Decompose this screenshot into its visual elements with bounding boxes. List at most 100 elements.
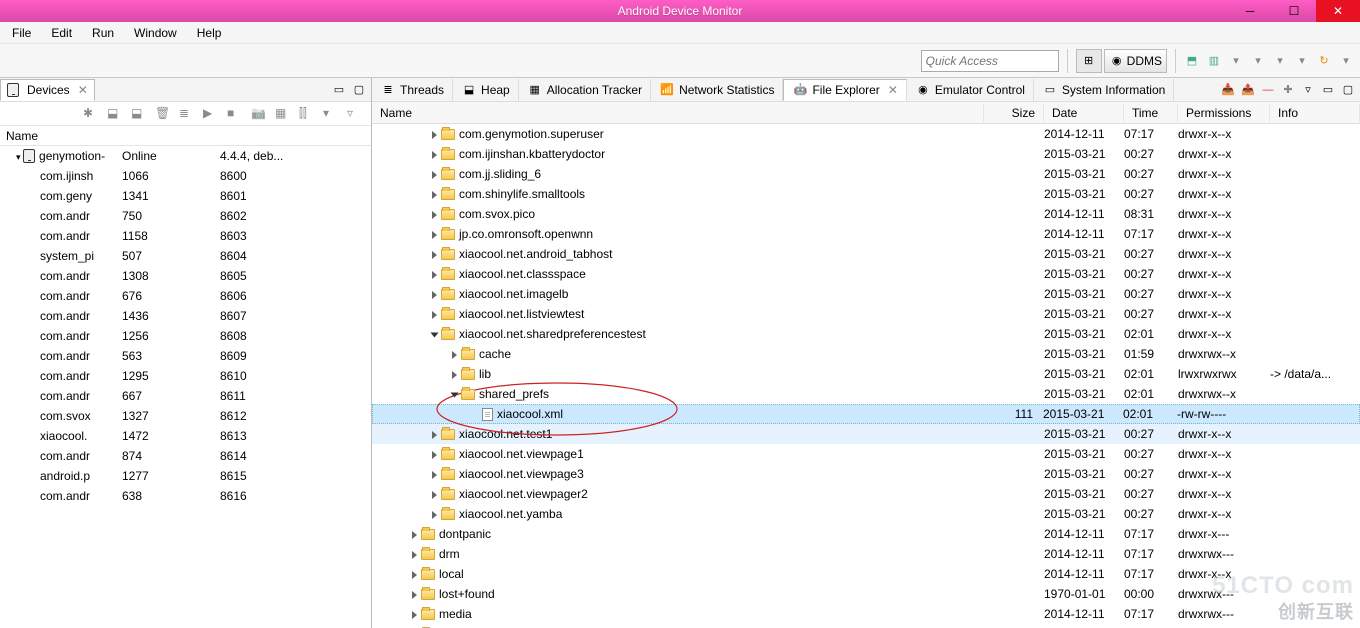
dump-hprof-icon[interactable]: ⬓ xyxy=(131,106,147,122)
stop-icon[interactable]: ▾ xyxy=(1272,53,1288,69)
folder-row[interactable]: xiaocool.net.sharedpreferencestest 2015-… xyxy=(372,324,1360,344)
col-size[interactable]: Size xyxy=(984,104,1044,122)
col-name[interactable]: Name xyxy=(372,104,984,122)
heap-icon[interactable]: ▥ xyxy=(1206,53,1222,69)
expand-triangle-icon[interactable] xyxy=(452,371,457,379)
expand-triangle-icon[interactable] xyxy=(412,551,417,559)
device-row[interactable]: genymotion-Online4.4.4, deb... xyxy=(0,146,371,166)
folder-row[interactable]: com.jj.sliding_6 2015-03-2100:27drwxr-x-… xyxy=(372,164,1360,184)
minimize-view-icon[interactable]: ▭ xyxy=(331,82,347,98)
folder-row[interactable]: xiaocool.net.viewpage1 2015-03-2100:27dr… xyxy=(372,444,1360,464)
start-method-profiling-icon[interactable]: ▶ xyxy=(203,106,219,122)
folder-row[interactable]: xiaocool.net.listviewtest 2015-03-2100:2… xyxy=(372,304,1360,324)
process-row[interactable]: com.andr8748614 xyxy=(0,446,371,466)
stop-process-icon[interactable]: ■ xyxy=(227,106,243,122)
quick-access-input[interactable] xyxy=(921,50,1059,72)
process-row[interactable]: com.andr7508602 xyxy=(0,206,371,226)
process-row[interactable]: com.andr6388616 xyxy=(0,486,371,506)
folder-row[interactable]: com.genymotion.superuser 2014-12-1107:17… xyxy=(372,124,1360,144)
menu-help[interactable]: Help xyxy=(189,24,230,42)
folder-row[interactable]: local 2014-12-1107:17drwxr-x--x xyxy=(372,564,1360,584)
tab-network-statistics[interactable]: 📶Network Statistics xyxy=(651,79,783,101)
file-explorer-body[interactable]: com.genymotion.superuser 2014-12-1107:17… xyxy=(372,124,1360,628)
folder-row[interactable]: media 2014-12-1107:17drwxrwx--- xyxy=(372,604,1360,624)
menu-window[interactable]: Window xyxy=(126,24,185,42)
maximize-view-icon[interactable]: ▢ xyxy=(351,82,367,98)
systrace-icon[interactable]: ⫿⫿ xyxy=(299,106,315,122)
process-row[interactable]: xiaocool.14728613 xyxy=(0,426,371,446)
tab-allocation-tracker[interactable]: ▦Allocation Tracker xyxy=(519,79,651,101)
folder-row[interactable]: xiaocool.net.android_tabhost 2015-03-210… xyxy=(372,244,1360,264)
expand-triangle-icon[interactable] xyxy=(432,431,437,439)
process-row[interactable]: com.svox13278612 xyxy=(0,406,371,426)
process-row[interactable]: android.p12778615 xyxy=(0,466,371,486)
folder-row[interactable]: xiaocool.net.viewpager2 2015-03-2100:27d… xyxy=(372,484,1360,504)
expand-triangle-icon[interactable] xyxy=(473,411,478,419)
tab-heap[interactable]: ⬓Heap xyxy=(453,79,519,101)
folder-row[interactable]: xiaocool.net.viewpage3 2015-03-2100:27dr… xyxy=(372,464,1360,484)
expand-triangle-icon[interactable] xyxy=(432,251,437,259)
view-menu-icon[interactable]: ▿ xyxy=(1300,82,1316,98)
dump-icon[interactable]: ▾ xyxy=(1228,53,1244,69)
process-row[interactable]: com.andr11588603 xyxy=(0,226,371,246)
update-heap-icon[interactable]: ⬓ xyxy=(107,106,123,122)
col-permissions[interactable]: Permissions xyxy=(1178,104,1270,122)
debug-process-icon[interactable]: ✱ xyxy=(83,106,99,122)
menu-edit[interactable]: Edit xyxy=(43,24,80,42)
expand-triangle-icon[interactable] xyxy=(432,271,437,279)
expand-triangle-icon[interactable] xyxy=(412,571,417,579)
tab-devices[interactable]: Devices ✕ xyxy=(0,79,95,101)
debug-icon[interactable]: ⬒ xyxy=(1184,53,1200,69)
update-threads-icon[interactable]: ≣ xyxy=(179,106,195,122)
tab-emulator-control[interactable]: ◉Emulator Control xyxy=(907,79,1034,101)
folder-row[interactable]: com.shinylife.smalltools 2015-03-2100:27… xyxy=(372,184,1360,204)
push-file-icon[interactable]: 📤 xyxy=(1240,82,1256,98)
cause-gc-icon[interactable]: 🗑 xyxy=(155,106,171,122)
folder-row[interactable]: xiaocool.net.yamba 2015-03-2100:27drwxr-… xyxy=(372,504,1360,524)
view-menu-icon[interactable]: ▿ xyxy=(347,106,363,122)
layout-icon[interactable]: ▾ xyxy=(323,106,339,122)
folder-row[interactable]: xiaocool.net.imagelb 2015-03-2100:27drwx… xyxy=(372,284,1360,304)
expand-triangle-icon[interactable] xyxy=(432,131,437,139)
expand-triangle-icon[interactable] xyxy=(432,451,437,459)
expand-triangle-icon[interactable] xyxy=(432,491,437,499)
maximize-button[interactable]: ☐ xyxy=(1272,0,1316,22)
expand-triangle-icon[interactable] xyxy=(412,591,417,599)
expand-triangle-icon[interactable] xyxy=(432,211,437,219)
more-icon[interactable]: ▾ xyxy=(1338,53,1354,69)
tab-file-explorer[interactable]: 🤖File Explorer✕ xyxy=(783,79,906,101)
process-row[interactable]: system_pi5078604 xyxy=(0,246,371,266)
folder-row[interactable]: xiaocool.net.test1 2015-03-2100:27drwxr-… xyxy=(372,424,1360,444)
expand-triangle-icon[interactable] xyxy=(452,351,457,359)
expand-triangle-icon[interactable] xyxy=(412,611,417,619)
process-row[interactable]: com.andr14368607 xyxy=(0,306,371,326)
pull-file-icon[interactable]: 📥 xyxy=(1220,82,1236,98)
close-button[interactable]: ✕ xyxy=(1316,0,1360,22)
expand-triangle-icon[interactable] xyxy=(432,291,437,299)
folder-row[interactable]: com.svox.pico 2014-12-1108:31drwxr-x--x xyxy=(372,204,1360,224)
expand-triangle-icon[interactable] xyxy=(432,311,437,319)
expand-triangle-icon[interactable] xyxy=(432,171,437,179)
process-row[interactable]: com.ijinsh10668600 xyxy=(0,166,371,186)
col-date[interactable]: Date xyxy=(1044,104,1124,122)
folder-row[interactable]: lib 2015-03-2102:01lrwxrwxrwx-> /data/a.… xyxy=(372,364,1360,384)
folder-row[interactable]: lost+found 1970-01-0100:00drwxrwx--- xyxy=(372,584,1360,604)
gc-icon[interactable]: ▾ xyxy=(1294,53,1310,69)
minimize-button[interactable]: ─ xyxy=(1228,0,1272,22)
new-folder-icon[interactable]: ✚ xyxy=(1280,82,1296,98)
folder-row[interactable]: xiaocool.net.classspace 2015-03-2100:27d… xyxy=(372,264,1360,284)
expand-triangle-icon[interactable] xyxy=(412,531,417,539)
expand-triangle-icon[interactable] xyxy=(432,511,437,519)
ddms-perspective-button[interactable]: ◉DDMS xyxy=(1104,49,1167,73)
process-row[interactable]: com.geny13418601 xyxy=(0,186,371,206)
tab-close-icon[interactable]: ✕ xyxy=(888,83,898,97)
col-time[interactable]: Time xyxy=(1124,104,1178,122)
maximize-view-icon[interactable]: ▢ xyxy=(1340,82,1356,98)
col-info[interactable]: Info xyxy=(1270,104,1360,122)
refresh-icon[interactable]: ↻ xyxy=(1316,53,1332,69)
folder-row[interactable]: shared_prefs 2015-03-2102:01drwxrwx--x xyxy=(372,384,1360,404)
folder-row[interactable]: dontpanic 2014-12-1107:17drwxr-x--- xyxy=(372,524,1360,544)
expand-triangle-icon[interactable] xyxy=(451,392,459,397)
tab-system-information[interactable]: ▭System Information xyxy=(1034,79,1174,101)
folder-row[interactable]: drm 2014-12-1107:17drwxrwx--- xyxy=(372,544,1360,564)
